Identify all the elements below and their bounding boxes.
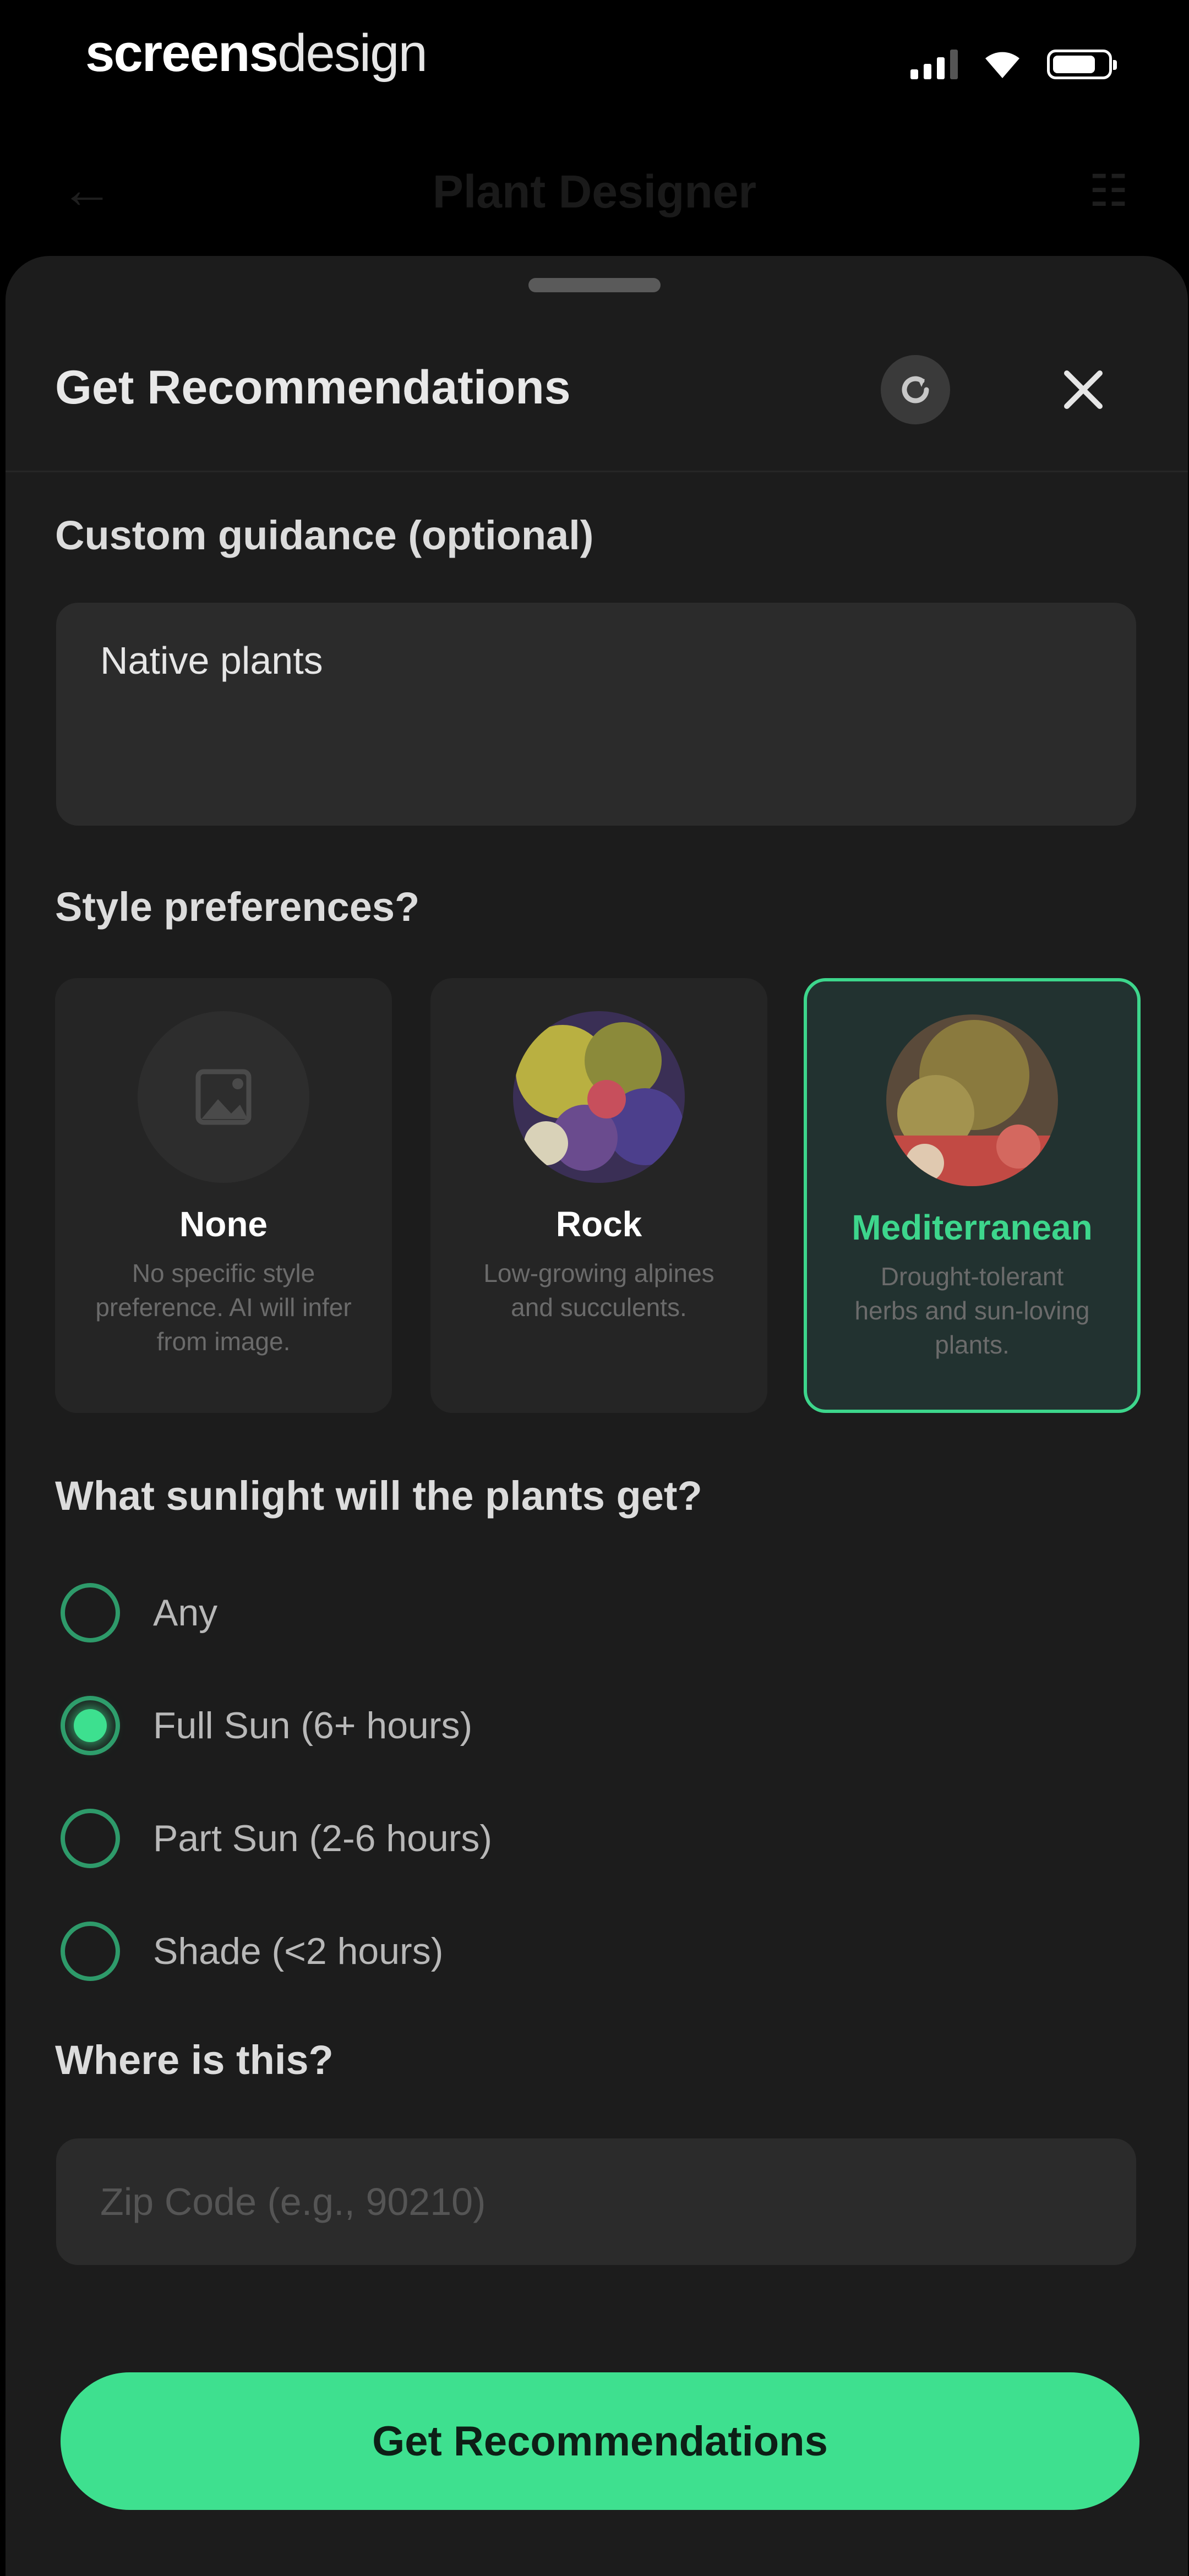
sunlight-option-part-sun[interactable]: Part Sun (2-6 hours) <box>61 1805 492 1871</box>
zip-code-input[interactable] <box>56 2138 1136 2265</box>
style-card-none[interactable]: None No specific style preference. AI wi… <box>55 978 392 1413</box>
style-description: Low-growing alpines and succulents. <box>483 1259 715 1322</box>
style-description: Drought-tolerant herbs and sun-loving pl… <box>854 1262 1090 1359</box>
style-name: None <box>179 1204 268 1244</box>
image-placeholder-icon <box>138 1011 309 1183</box>
guidance-label: Custom guidance (optional) <box>55 512 594 558</box>
brand-logo: screensdesign <box>85 24 428 83</box>
style-name: Mediterranean <box>852 1208 1093 1247</box>
radio-label: Full Sun (6+ hours) <box>153 1705 473 1747</box>
close-icon <box>1064 370 1103 409</box>
sunlight-option-shade[interactable]: Shade (<2 hours) <box>61 1918 443 1984</box>
sunlight-option-full-sun[interactable]: Full Sun (6+ hours) <box>61 1693 472 1759</box>
sheet-title: Get Recommendations <box>55 361 571 414</box>
radio-button-selected[interactable] <box>61 1696 120 1755</box>
signal-icon <box>910 50 958 79</box>
get-recommendations-button[interactable]: Get Recommendations <box>61 2372 1139 2510</box>
header-divider <box>6 471 1188 472</box>
radio-button[interactable] <box>61 1809 120 1868</box>
battery-icon <box>1047 50 1117 79</box>
rock-garden-image <box>513 1011 685 1183</box>
style-card-mediterranean[interactable]: Mediterranean Drought-tolerant herbs and… <box>804 978 1141 1413</box>
sheet-drag-handle[interactable] <box>528 278 661 292</box>
style-name: Rock <box>555 1204 642 1244</box>
close-button[interactable] <box>1049 355 1118 424</box>
style-label: Style preferences? <box>55 884 420 930</box>
location-label: Where is this? <box>55 2037 334 2083</box>
status-bar: screensdesign <box>0 0 1189 121</box>
recommendations-sheet: Get Recommendations Custom guidance (opt… <box>6 256 1188 2576</box>
wifi-icon <box>985 52 1019 78</box>
style-description: No specific style preference. AI will in… <box>95 1259 352 1356</box>
radio-button[interactable] <box>61 1922 120 1981</box>
refresh-button[interactable] <box>881 355 950 424</box>
radio-label: Shade (<2 hours) <box>153 1930 444 1972</box>
mediterranean-garden-image <box>886 1014 1058 1186</box>
refresh-icon <box>902 376 929 403</box>
radio-label: Any <box>153 1592 218 1634</box>
guidance-textarea[interactable]: Native plants <box>56 603 1136 826</box>
style-card-rock[interactable]: Rock Low-growing alpines and succulents. <box>430 978 767 1413</box>
background-nav: ← Plant Designer ☷ <box>0 149 1189 231</box>
radio-label: Part Sun (2-6 hours) <box>153 1818 493 1859</box>
status-icons <box>910 48 1117 79</box>
background-title: Plant Designer <box>432 166 757 217</box>
radio-button[interactable] <box>61 1583 120 1642</box>
sunlight-label: What sunlight will the plants get? <box>55 1473 702 1519</box>
sunlight-option-any[interactable]: Any <box>61 1580 217 1646</box>
menu-icon[interactable]: ☷ <box>1089 165 1128 216</box>
